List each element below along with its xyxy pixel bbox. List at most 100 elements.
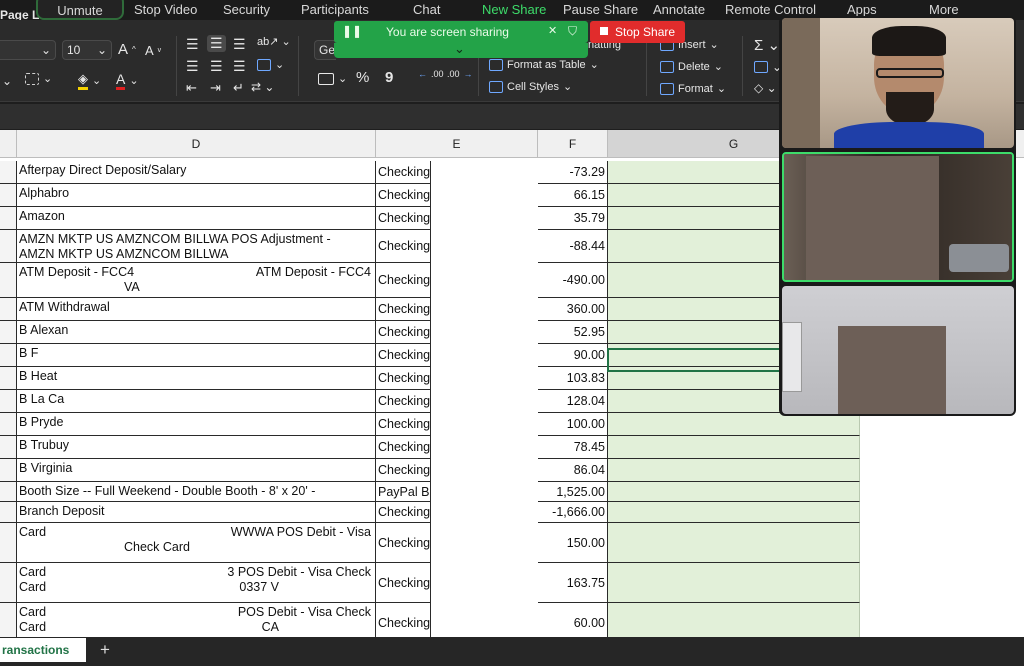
cell-account[interactable]: Checking <box>376 459 431 482</box>
comma-style-button[interactable]: 9 <box>385 69 393 86</box>
row-header[interactable] <box>0 161 17 184</box>
cell-description[interactable]: Booth Size -- Full Weekend - Double Boot… <box>17 482 376 502</box>
delete-button[interactable]: Delete ⌄ <box>660 60 723 73</box>
stop-video-button[interactable]: Stop Video <box>134 2 197 17</box>
cell-account[interactable]: Checking <box>376 367 431 390</box>
align-bottom-icon[interactable]: ☰ <box>233 36 246 53</box>
cell-amount[interactable]: 103.83 <box>538 367 608 390</box>
participants-button[interactable]: Participants <box>301 2 369 17</box>
cell-description[interactable]: ATM Withdrawal <box>17 298 376 321</box>
cell-amount[interactable]: 360.00 <box>538 298 608 321</box>
align-middle-icon[interactable]: ☰ <box>207 35 226 52</box>
format-button[interactable]: Format ⌄ <box>660 82 726 95</box>
row-header[interactable] <box>0 502 17 523</box>
cell-description[interactable]: Card Check Card WWWA POS Debit - Visa <box>17 523 376 563</box>
unmute-button[interactable]: Unmute <box>36 0 124 20</box>
cell-empty[interactable] <box>432 184 538 207</box>
cell-amount[interactable]: 86.04 <box>538 459 608 482</box>
column-header-d[interactable]: D <box>17 130 376 158</box>
accounting-format-icon[interactable]: ⌄ <box>318 72 347 85</box>
cell-g[interactable] <box>608 459 860 482</box>
cell-empty[interactable] <box>432 230 538 263</box>
apps-button[interactable]: Apps <box>847 2 877 17</box>
cell-description[interactable]: B Pryde <box>17 413 376 436</box>
cell-description[interactable]: Amazon <box>17 207 376 230</box>
cell-account[interactable]: Checking <box>376 390 431 413</box>
row-header[interactable] <box>0 344 17 367</box>
cell-description[interactable]: B F <box>17 344 376 367</box>
chat-button[interactable]: Chat <box>413 2 440 17</box>
cell-account[interactable]: Checking <box>376 161 431 184</box>
cell-g[interactable] <box>608 413 860 436</box>
sheet-tab-transactions[interactable]: ransactions <box>0 638 86 662</box>
cell-account[interactable]: Checking <box>376 436 431 459</box>
align-left-icon[interactable]: ☰ <box>186 58 199 75</box>
column-header-f[interactable]: F <box>538 130 608 158</box>
cell-account[interactable]: Checking <box>376 263 431 298</box>
borders-icon[interactable]: ⌄ <box>25 72 52 85</box>
cell-g[interactable] <box>608 502 860 523</box>
cell-empty[interactable] <box>432 161 538 184</box>
cell-empty[interactable] <box>432 344 538 367</box>
increase-font-icon[interactable]: A ^ <box>118 41 136 58</box>
add-sheet-button[interactable]: + <box>100 640 110 660</box>
cell-empty[interactable] <box>432 459 538 482</box>
cell-amount[interactable]: 150.00 <box>538 523 608 563</box>
cell-description[interactable]: ATM Deposit - FCC4 VA ATM Deposit - FCC4 <box>17 263 376 298</box>
cell-account[interactable]: Checking <box>376 523 431 563</box>
row-header[interactable] <box>0 207 17 230</box>
remote-control-button[interactable]: Remote Control <box>725 2 816 17</box>
cell-empty[interactable] <box>432 367 538 390</box>
cell-empty[interactable] <box>432 563 538 603</box>
cell-account[interactable]: Checking <box>376 207 431 230</box>
cell-amount[interactable]: 35.79 <box>538 207 608 230</box>
cell-amount[interactable]: 52.95 <box>538 321 608 344</box>
cell-empty[interactable] <box>432 523 538 563</box>
cell-styles-button[interactable]: Cell Styles ⌄ <box>489 80 572 93</box>
video-tile-participant-3[interactable] <box>782 286 1014 414</box>
wrap-text-icon[interactable]: ↵ <box>233 80 244 96</box>
align-top-icon[interactable]: ☰ <box>186 36 199 53</box>
cell-account[interactable]: Checking <box>376 184 431 207</box>
cell-description[interactable]: Card Card 3 POS Debit - Visa Check 0337 V <box>17 563 376 603</box>
screen-sharing-banner[interactable]: ❚❚ You are screen sharing ✕ ⛉ <box>334 21 588 43</box>
fill-icon[interactable]: ⌄ <box>754 60 782 74</box>
cell-amount[interactable]: 1,525.00 <box>538 482 608 502</box>
cell-account[interactable]: Checking <box>376 321 431 344</box>
cell-g[interactable] <box>608 523 860 563</box>
new-share-button[interactable]: New Share <box>482 2 546 17</box>
cell-empty[interactable] <box>432 502 538 523</box>
cell-account[interactable]: Checking <box>376 502 431 523</box>
video-tile-presenter[interactable] <box>782 18 1014 148</box>
cell-empty[interactable] <box>432 390 538 413</box>
row-header[interactable] <box>0 367 17 390</box>
increase-decimal-button[interactable]: ← .00 <box>418 70 444 79</box>
cell-amount[interactable]: -1,666.00 <box>538 502 608 523</box>
decrease-decimal-button[interactable]: .00 → <box>447 70 473 79</box>
cell-description[interactable]: Branch Deposit <box>17 502 376 523</box>
cell-amount[interactable]: 90.00 <box>538 344 608 367</box>
cell-empty[interactable] <box>432 207 538 230</box>
font-size-select[interactable]: 10 ⌄ <box>62 40 112 60</box>
font-color-icon[interactable]: A ⌄ <box>116 71 139 90</box>
cell-description[interactable]: Afterpay Direct Deposit/Salary <box>17 161 376 184</box>
row-header[interactable] <box>0 390 17 413</box>
row-header[interactable] <box>0 563 17 603</box>
number-format-select[interactable]: Ge <box>314 40 336 60</box>
cell-description[interactable]: Alphabro <box>17 184 376 207</box>
cell-amount[interactable]: 128.04 <box>538 390 608 413</box>
merge-center-icon[interactable]: ⌄ <box>257 58 284 71</box>
cell-empty[interactable] <box>432 321 538 344</box>
align-center-icon[interactable]: ☰ <box>210 58 223 75</box>
cell-amount[interactable]: 100.00 <box>538 413 608 436</box>
text-direction-icon[interactable]: ⇄ ⌄ <box>251 80 274 94</box>
cell-description[interactable]: B Alexan <box>17 321 376 344</box>
autosum-icon[interactable]: Σ ⌄ <box>754 36 780 54</box>
cell-description[interactable]: AMZN MKTP US AMZNCOM BILLWA POS Adjustme… <box>17 230 376 263</box>
cell-account[interactable]: Checking <box>376 230 431 263</box>
annotate-button[interactable]: Annotate <box>653 2 705 17</box>
banner-expand-handle[interactable]: ⌄ <box>334 41 588 58</box>
orientation-icon[interactable]: ab↗ ⌄ <box>257 35 291 48</box>
row-header[interactable] <box>0 413 17 436</box>
cell-account[interactable]: Checking <box>376 344 431 367</box>
